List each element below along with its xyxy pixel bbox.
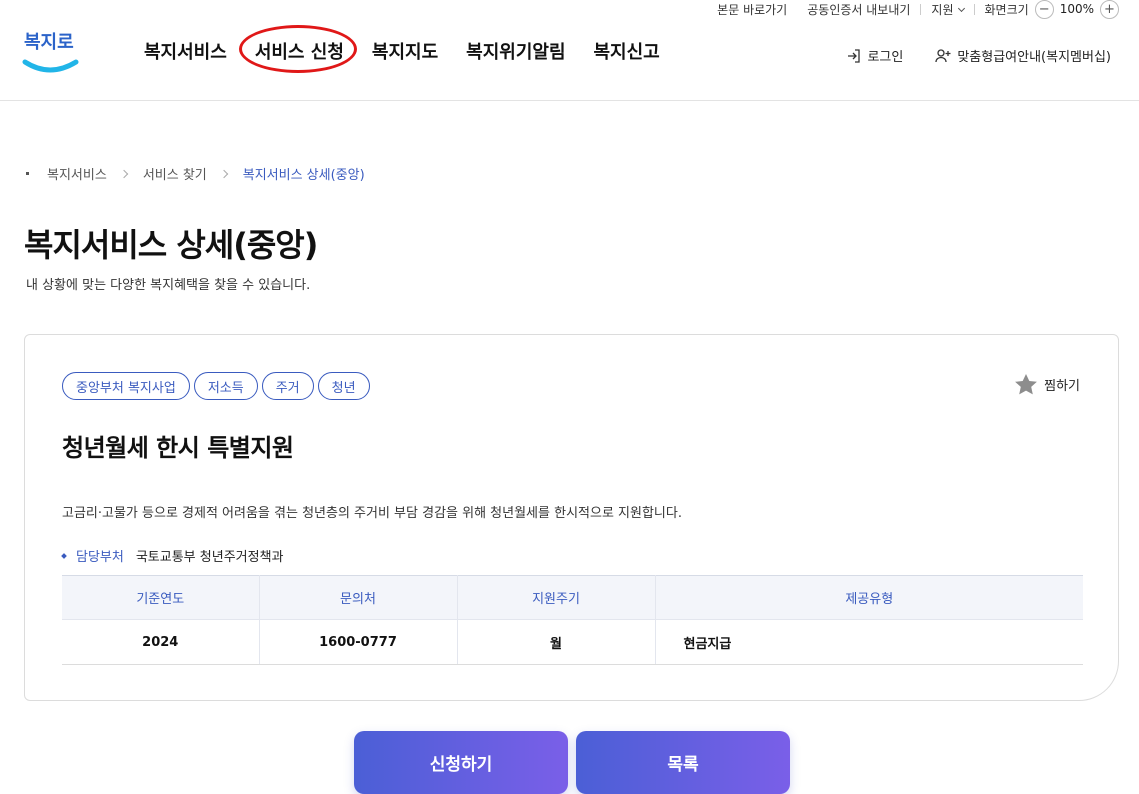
nav-welfare-report[interactable]: 복지신고 (580, 38, 674, 64)
chevron-right-icon (219, 169, 228, 178)
nav-welfare-crisis-alert[interactable]: 복지위기알림 (452, 38, 579, 64)
table-cell-provision-type: 현금지급 (655, 619, 1083, 665)
action-buttons: 신청하기 목록 (354, 731, 790, 794)
table-cell-support-cycle: 월 (457, 619, 656, 665)
table-header-cell: 문의처 (259, 575, 458, 620)
main-nav: 복지서비스 서비스 신청 복지지도 복지위기알림 복지신고 (130, 25, 674, 73)
service-detail-card: 중앙부처 복지사업 저소득 주거 청년 찜하기 청년월세 한시 특별지원 고금리… (24, 334, 1119, 701)
tag-low-income[interactable]: 저소득 (193, 372, 258, 400)
breadcrumb-item-welfare-services[interactable]: 복지서비스 (47, 164, 107, 183)
breadcrumb-item-current: 복지서비스 상세(중앙) (242, 168, 365, 183)
apply-button[interactable]: 신청하기 (354, 731, 568, 794)
star-icon (1015, 374, 1038, 395)
page-title: 복지서비스 상세(중앙) (24, 226, 318, 264)
table-header-cell: 기준연도 (62, 575, 260, 620)
header-actions: 로그인 맞춤형급여안내(복지멤버십) (846, 46, 1111, 65)
breadcrumb: 복지서비스 서비스 찾기 복지서비스 상세(중앙) (26, 164, 365, 183)
nav-service-apply[interactable]: 서비스 신청 (238, 25, 358, 73)
service-tags: 중앙부처 복지사업 저소득 주거 청년 (62, 372, 370, 400)
favorite-label: 찜하기 (1044, 379, 1080, 394)
breadcrumb-home-dot (26, 172, 29, 175)
logo-mark: 복지로 (22, 32, 79, 73)
table-cell-contact: 1600-0777 (259, 619, 458, 665)
site-logo[interactable]: 복지로 (22, 28, 80, 76)
membership-link[interactable]: 맞춤형급여안내(복지멤버십) (935, 46, 1111, 65)
chevron-right-icon (119, 169, 129, 178)
screen-size-label: 화면크기 (984, 2, 1029, 17)
table-header-row: 기준연도 문의처 지원주기 제공유형 (62, 575, 1083, 620)
table-header-cell: 지원주기 (457, 575, 656, 620)
favorite-button[interactable]: 찜하기 (1014, 373, 1080, 396)
nav-welfare-services[interactable]: 복지서비스 (130, 38, 241, 64)
login-label: 로그인 (867, 50, 904, 65)
service-title: 청년월세 한시 특별지원 (62, 434, 294, 462)
department-value: 국토교통부 청년주거정책과 (135, 550, 284, 565)
membership-label: 맞춤형급여안내(복지멤버십) (957, 50, 1111, 65)
utility-bar: 본문 바로가기 공동인증서 내보내기 지원 화면크기 − 100% + (707, 0, 1119, 19)
login-icon (848, 48, 861, 63)
bullet-icon (61, 552, 67, 559)
user-add-icon (935, 48, 951, 62)
department-info: 담당부처 국토교통부 청년주거정책과 (61, 546, 284, 565)
table-row: 2024 1600-0777 월 현금지급 (62, 619, 1083, 665)
service-description: 고금리·고물가 등으로 경제적 어려움을 겪는 청년층의 주거비 부담 경감을 … (62, 506, 682, 521)
logo-text: 복지로 (24, 32, 74, 53)
tag-housing[interactable]: 주거 (261, 372, 314, 400)
zoom-out-button[interactable]: − (1034, 0, 1054, 19)
page-description: 내 상황에 맞는 다양한 복지혜택을 찾을 수 있습니다. (26, 278, 311, 293)
skip-to-content-link[interactable]: 본문 바로가기 (707, 1, 797, 18)
chevron-down-icon (957, 4, 965, 12)
login-link[interactable]: 로그인 (846, 46, 903, 65)
zoom-control: 화면크기 − 100% + (975, 0, 1119, 19)
nav-welfare-map[interactable]: 복지지도 (358, 38, 452, 64)
support-label: 지원 (931, 2, 954, 17)
tag-youth[interactable]: 청년 (317, 372, 370, 400)
list-button[interactable]: 목록 (576, 731, 790, 794)
site-header: 본문 바로가기 공동인증서 내보내기 지원 화면크기 − 100% + 복지로 … (0, 0, 1139, 101)
cert-export-link[interactable]: 공동인증서 내보내기 (797, 1, 920, 18)
zoom-in-button[interactable]: + (1100, 0, 1119, 19)
department-label: 담당부처 (76, 550, 124, 565)
table-cell-base-year: 2024 (62, 619, 260, 665)
table-header-cell: 제공유형 (655, 575, 1083, 620)
tag-central-ministry[interactable]: 중앙부처 복지사업 (62, 372, 190, 400)
service-info-table: 기준연도 문의처 지원주기 제공유형 2024 1600-0777 월 현금지급 (62, 575, 1083, 665)
breadcrumb-item-service-search[interactable]: 서비스 찾기 (143, 164, 207, 183)
support-dropdown[interactable]: 지원 (921, 1, 973, 18)
zoom-level: 100% (1059, 2, 1094, 16)
